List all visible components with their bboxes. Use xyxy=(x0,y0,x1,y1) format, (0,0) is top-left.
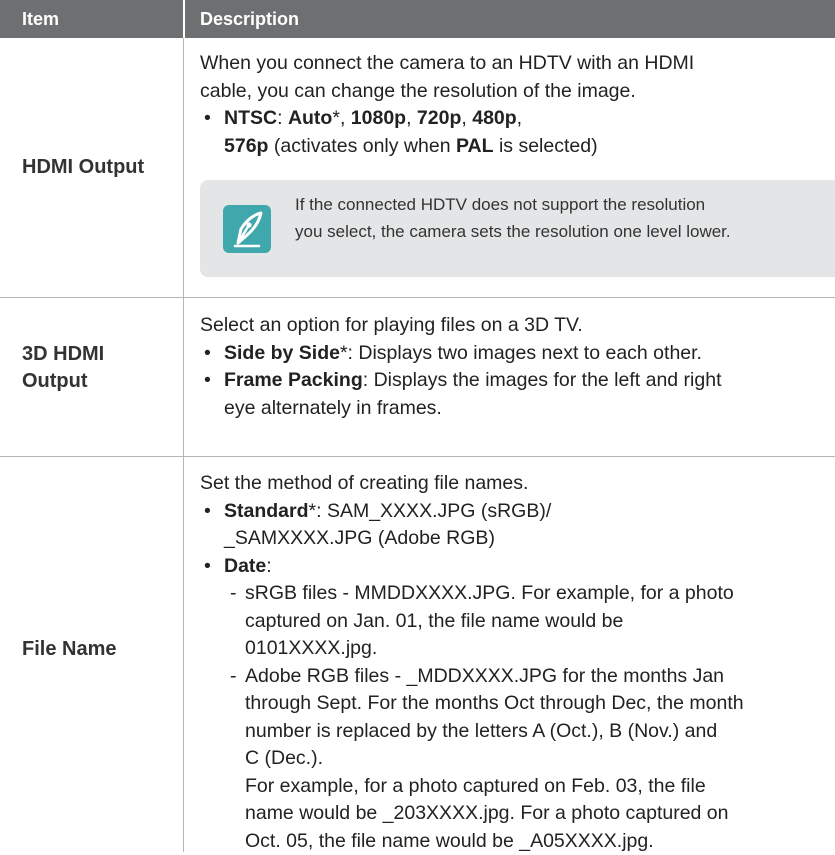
row-item-hdmi-output: HDMI Output xyxy=(22,154,144,181)
row-description-file-name: Set the method of creating file names. S… xyxy=(200,470,830,855)
item-line: Output xyxy=(22,368,104,395)
dash-continuation: captured on Jan. 01, the file name would… xyxy=(200,608,830,636)
dash-continuation: name would be _203XXXX.jpg. For a photo … xyxy=(200,800,830,828)
desc-line: When you connect the camera to an HDTV w… xyxy=(200,50,830,78)
auto-label: Auto xyxy=(288,107,332,129)
item-line: 3D HDMI xyxy=(22,341,104,368)
dash-item-adobe-rgb: Adobe RGB files - _MDDXXXX.JPG for the m… xyxy=(200,663,830,691)
text: : xyxy=(266,555,271,577)
row-description-3d-hdmi-output: Select an option for playing files on a … xyxy=(200,312,830,422)
text: : SAM_XXXX.JPG (sRGB)/ xyxy=(316,500,551,522)
dash-continuation: 0101XXXX.jpg. xyxy=(200,635,830,663)
date-label: Date xyxy=(224,555,266,577)
bullet-side-by-side: Side by Side*: Displays two images next … xyxy=(200,340,830,368)
text: : Displays the images for the left and r… xyxy=(363,369,722,391)
header-item: Item xyxy=(22,9,59,30)
bullet-date: Date: xyxy=(200,553,830,581)
text: : Displays two images next to each other… xyxy=(348,342,702,364)
manual-page: Item Description HDMI Output When you co… xyxy=(0,0,835,852)
bullet-continuation: eye alternately in frames. xyxy=(200,395,830,423)
res-576p: 576p xyxy=(224,135,268,157)
dash-continuation: Oct. 05, the file name would be _A05XXXX… xyxy=(200,828,830,855)
res-720p: 720p xyxy=(417,107,461,129)
row-divider xyxy=(0,456,835,457)
default-star: * xyxy=(332,107,340,129)
bullet-continuation: _SAMXXXX.JPG (Adobe RGB) xyxy=(200,525,830,553)
row-item-file-name: File Name xyxy=(22,636,116,663)
desc-line: cable, you can change the resolution of … xyxy=(200,78,830,106)
bullet-frame-packing: Frame Packing: Displays the images for t… xyxy=(200,367,830,395)
row-divider xyxy=(0,297,835,298)
note-box: If the connected HDTV does not support t… xyxy=(200,180,835,277)
row-item-3d-hdmi-output: 3D HDMI Output xyxy=(22,341,104,395)
text: , xyxy=(406,107,417,129)
res-1080p: 1080p xyxy=(351,107,406,129)
standard-label: Standard xyxy=(224,500,309,522)
res-480p: 480p xyxy=(472,107,516,129)
table-header: Item Description xyxy=(0,0,835,38)
text: , xyxy=(340,107,351,129)
dash-continuation: C (Dec.). xyxy=(200,745,830,773)
dash-continuation: through Sept. For the months Oct through… xyxy=(200,690,830,718)
default-star: * xyxy=(340,342,348,364)
frame-packing-label: Frame Packing xyxy=(224,369,363,391)
default-star: * xyxy=(309,500,317,522)
desc-line: Select an option for playing files on a … xyxy=(200,312,830,340)
ntsc-label: NTSC xyxy=(224,107,277,129)
note-text: If the connected HDTV does not support t… xyxy=(295,191,835,245)
text: , xyxy=(517,107,522,129)
note-line: you select, the camera sets the resoluti… xyxy=(295,218,835,245)
column-divider xyxy=(183,38,184,852)
side-by-side-label: Side by Side xyxy=(224,342,340,364)
text: : xyxy=(277,107,288,129)
dash-item-srgb: sRGB files - MMDDXXXX.JPG. For example, … xyxy=(200,580,830,608)
pal-label: PAL xyxy=(456,135,494,157)
text: , xyxy=(461,107,472,129)
bullet-resolution-options: NTSC: Auto*, 1080p, 720p, 480p, xyxy=(200,105,830,133)
bullet-continuation: 576p (activates only when PAL is selecte… xyxy=(200,133,830,161)
header-divider xyxy=(183,0,185,38)
dash-continuation: number is replaced by the letters A (Oct… xyxy=(200,718,830,746)
bullet-standard: Standard*: SAM_XXXX.JPG (sRGB)/ xyxy=(200,498,830,526)
text: is selected) xyxy=(494,135,598,157)
desc-line: Set the method of creating file names. xyxy=(200,470,830,498)
note-line: If the connected HDTV does not support t… xyxy=(295,191,835,218)
header-description: Description xyxy=(200,9,299,30)
text: (activates only when xyxy=(268,135,456,157)
dash-continuation: For example, for a photo captured on Feb… xyxy=(200,773,830,801)
row-description-hdmi-output: When you connect the camera to an HDTV w… xyxy=(200,50,830,160)
note-pen-icon xyxy=(223,205,271,253)
